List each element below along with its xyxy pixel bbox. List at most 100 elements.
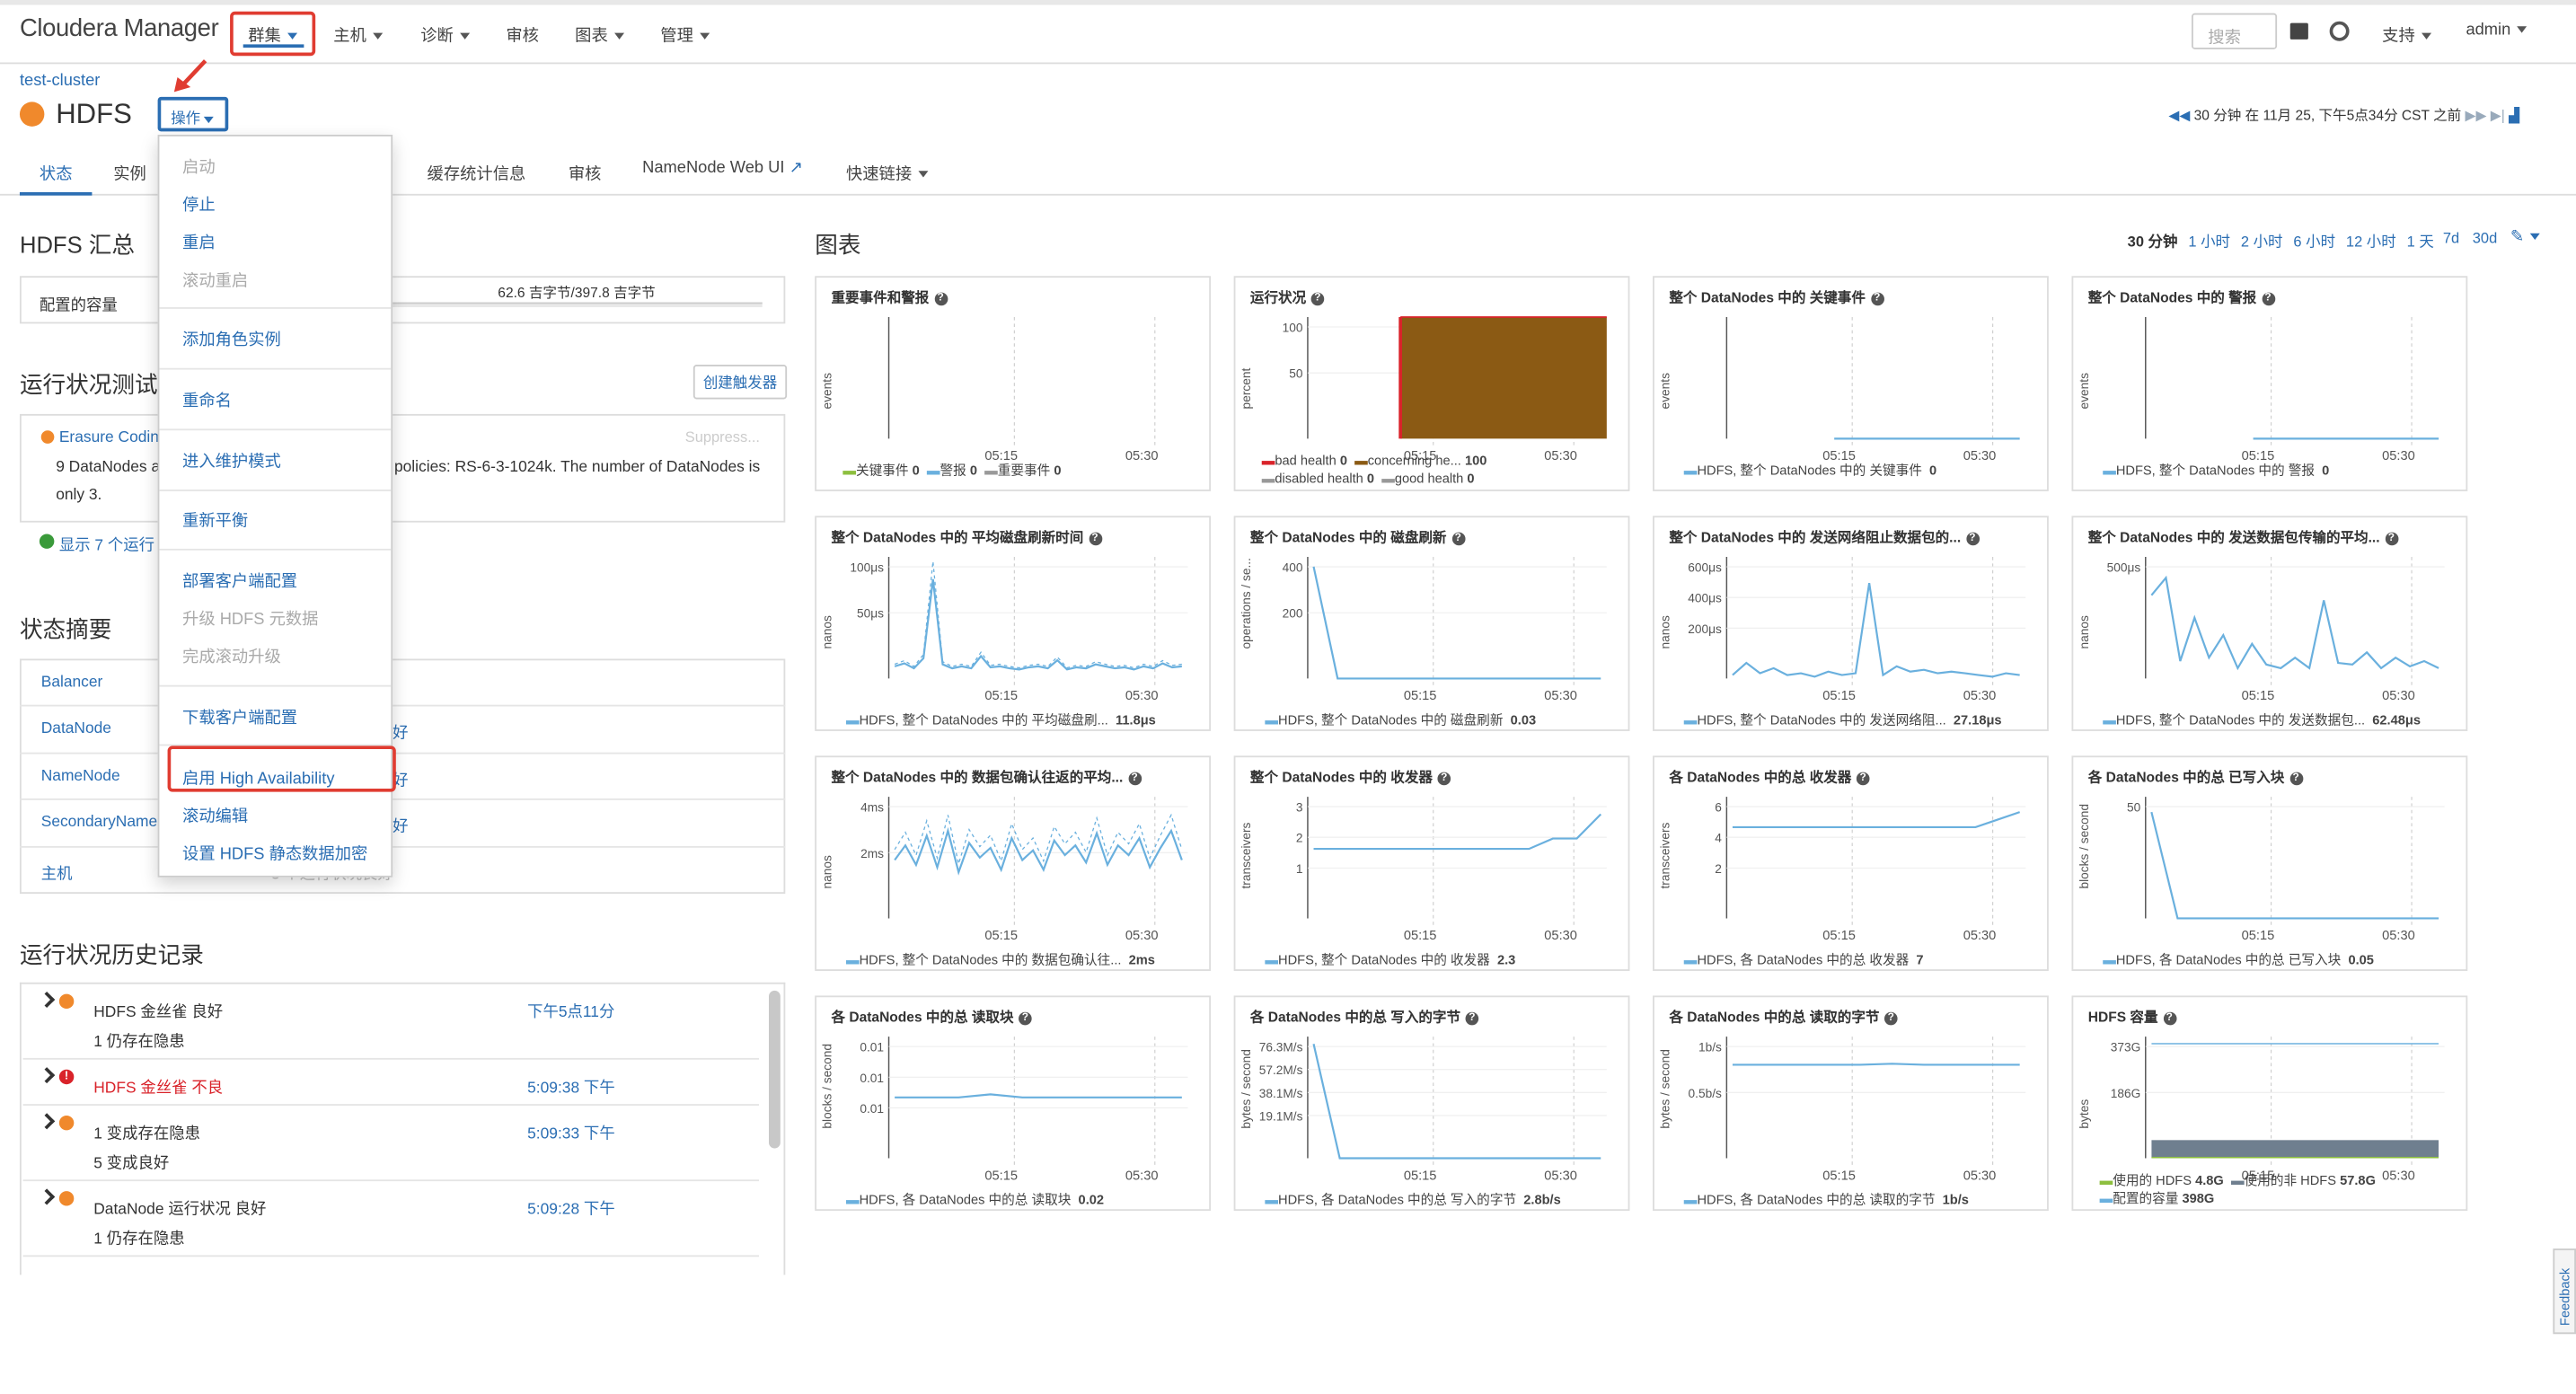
chart-panel[interactable]: 整个 DataNodes 中的 平均磁盘刷新时间? nanos 05:15 05:30… xyxy=(815,516,1212,731)
nav-diagnostics[interactable]: 诊断 xyxy=(420,22,471,46)
chart-y-tick: 0.5b/s xyxy=(1689,1087,1722,1100)
status-row-hosts[interactable]: 主机 xyxy=(41,860,73,884)
chart-x-tick: 05:30 xyxy=(2382,929,2415,943)
menu-item-rolling-edit[interactable]: 滚动编辑 xyxy=(182,802,248,826)
chevron-right-icon[interactable] xyxy=(39,991,56,1009)
history-row[interactable]: 1 变成存在隐患 5 变成良好 5:09:33 下午 xyxy=(22,1106,760,1182)
tab-quick-links[interactable]: 快速链接 xyxy=(846,159,929,184)
chart-legend: ▬bad health 0 ▬concerning he... 100 ▬disa… xyxy=(1261,453,1487,487)
secondarynamenode-status-value[interactable]: 好 xyxy=(393,813,408,836)
tab-instances[interactable]: 实例 xyxy=(113,159,146,184)
row-divider xyxy=(19,845,786,848)
menu-item-finalize-rolling-upgrade: 完成滚动升级 xyxy=(182,648,281,667)
history-row-time[interactable]: 下午5点11分 xyxy=(527,999,614,1022)
chart-area-hdfs xyxy=(2151,1156,2439,1159)
chevron-right-icon[interactable] xyxy=(39,1067,56,1084)
menu-item-enter-maintenance[interactable]: 进入维护模式 xyxy=(182,447,281,472)
charts-title: 图表 xyxy=(815,231,861,259)
brand-logo[interactable]: Cloudera Manager xyxy=(20,14,219,42)
nav-hosts[interactable]: 主机 xyxy=(333,22,384,46)
search-input[interactable]: 搜索 xyxy=(2191,13,2278,49)
chart-panel[interactable]: 运行状况? percent 05:15 05:30 100 50 ▬bad health 0… xyxy=(1233,276,1630,491)
suppress-link[interactable]: Suppress... xyxy=(685,428,760,445)
chart-panel[interactable]: 各 DataNodes 中的总 写入的字节? bytes / second 05:1… xyxy=(1233,995,1630,1212)
range-30min[interactable]: 30 分钟 xyxy=(2128,230,2178,251)
nav-support[interactable]: 支持 xyxy=(2382,22,2432,46)
external-link-icon: ↗ xyxy=(789,159,803,178)
edit-pencil-icon[interactable]: ✎ xyxy=(2510,228,2541,246)
menu-item-deploy-client-config[interactable]: 部署客户端配置 xyxy=(182,567,297,591)
status-row-namenode[interactable]: NameNode xyxy=(41,767,120,785)
menu-item-rebalance[interactable]: 重新平衡 xyxy=(182,506,248,531)
nav-cluster[interactable]: 群集 xyxy=(248,22,298,46)
time-range-info[interactable]: ◀◀ 30 分钟 在 11月 25, 下午5点34分 CST 之前 ▶▶ ▶| … xyxy=(2168,105,2519,125)
history-row-time[interactable]: 5:09:33 下午 xyxy=(527,1120,615,1143)
breadcrumb-cluster[interactable]: test-cluster xyxy=(20,72,100,90)
chart-panel[interactable]: 整个 DataNodes 中的 磁盘刷新? operations / se... 0… xyxy=(1233,516,1630,731)
legend-series-name: 重要事件 xyxy=(997,463,1051,479)
feedback-tab[interactable]: Feedback xyxy=(2553,1248,2576,1335)
range-1h[interactable]: 1 小时 xyxy=(2188,230,2230,251)
chart-panel[interactable]: 各 DataNodes 中的总 收发器? transceivers 05:15 05:… xyxy=(1653,755,2049,971)
actions-button[interactable]: 操作 xyxy=(157,96,229,132)
range-6h[interactable]: 6 小时 xyxy=(2293,230,2335,251)
history-row-time[interactable]: 5:09:28 下午 xyxy=(527,1196,615,1219)
menu-item-setup-hdfs-encryption[interactable]: 设置 HDFS 静态数据加密 xyxy=(182,840,367,864)
chart-panel[interactable]: 整个 DataNodes 中的 警报? events 05:15 05:30 ▬HDFS… xyxy=(2071,276,2468,491)
chart-panel[interactable]: 各 DataNodes 中的总 读取块? blocks / second 05:15… xyxy=(815,995,1212,1212)
status-row-balancer[interactable]: Balancer xyxy=(41,674,103,692)
create-trigger-button[interactable]: 创建触发器 xyxy=(693,365,788,400)
tab-audit[interactable]: 审核 xyxy=(569,159,602,184)
menu-item-download-client-config[interactable]: 下载客户端配置 xyxy=(182,703,297,728)
menu-item-stop[interactable]: 停止 xyxy=(182,190,216,215)
history-row[interactable]: HDFS 金丝雀 良好 1 仍存在隐患 下午5点11分 xyxy=(22,984,760,1060)
datanode-status-value[interactable]: 好 xyxy=(393,719,408,743)
chart-y-tick: 3 xyxy=(1296,801,1303,815)
chart-x-tick: 05:15 xyxy=(1404,689,1437,703)
nav-admin[interactable]: 管理 xyxy=(660,22,710,46)
chart-panel[interactable]: 整个 DataNodes 中的 发送数据包传输的平均...? nanos 05:15… xyxy=(2071,516,2468,731)
tab-namenode-web-ui[interactable]: NameNode Web UI ↗ xyxy=(642,159,803,177)
chart-panel[interactable]: HDFS 容量? bytes 05:15 05:30 373G 186G ▬使用的 HDFS… xyxy=(2071,995,2468,1212)
chart-panel[interactable]: 整个 DataNodes 中的 发送网络阻止数据包的...? nanos 05:15… xyxy=(1653,516,2049,731)
range-12h[interactable]: 12 小时 xyxy=(2346,230,2396,251)
activity-icon[interactable] xyxy=(2329,21,2350,41)
chart-x-tick: 05:30 xyxy=(2382,689,2415,703)
history-scrollbar[interactable] xyxy=(769,990,781,1149)
nav-audit[interactable]: 审核 xyxy=(506,22,539,46)
chart-panel[interactable]: 重要事件和警报? events 05:15 05:30 ▬关键事件 0 ▬警报 0 ▬重… xyxy=(815,276,1212,491)
chevron-right-icon[interactable] xyxy=(39,1188,56,1205)
chart-x-tick: 05:15 xyxy=(1822,1169,1856,1183)
menu-item-rename[interactable]: 重命名 xyxy=(182,386,232,410)
range-1d[interactable]: 1 天 xyxy=(2407,230,2434,251)
chart-panel[interactable]: 整个 DataNodes 中的 关键事件? events 05:15 05:30 ▬HD… xyxy=(1653,276,2049,491)
history-row[interactable]: ! HDFS 金丝雀 不良 5:09:38 下午 xyxy=(22,1060,760,1106)
chart-x-tick: 05:15 xyxy=(2242,929,2275,943)
erasure-coding-link[interactable]: Erasure Coding xyxy=(59,428,168,446)
chart-y-tick: 50 xyxy=(2127,801,2141,815)
range-2h[interactable]: 2 小时 xyxy=(2241,230,2283,251)
nav-charts[interactable]: 图表 xyxy=(575,22,625,46)
chart-panel[interactable]: 整个 DataNodes 中的 收发器? transceivers 05:15 05:… xyxy=(1233,755,1630,971)
chevron-right-icon[interactable] xyxy=(39,1113,56,1130)
tab-cache-stats[interactable]: 缓存统计信息 xyxy=(428,159,526,184)
menu-item-add-role-instances[interactable]: 添加角色实例 xyxy=(182,325,281,349)
history-row[interactable]: DataNode 运行状况 良好 1 仍存在隐患 5:09:28 下午 xyxy=(22,1181,760,1257)
legend-series-name: 使用的非 HDFS xyxy=(2244,1172,2337,1188)
status-row-datanode[interactable]: DataNode xyxy=(41,719,111,737)
briefcase-icon[interactable] xyxy=(2289,22,2308,40)
legend-series-value: 100 xyxy=(1464,453,1487,469)
chart-panel[interactable]: 各 DataNodes 中的总 已写入块? blocks / second 05:1… xyxy=(2071,755,2468,971)
tab-status[interactable]: 状态 xyxy=(40,159,73,184)
show-more-tests-link[interactable]: 显示 7 个运行 xyxy=(59,533,154,555)
range-30d[interactable]: 30d xyxy=(2473,230,2497,246)
menu-item-restart[interactable]: 重启 xyxy=(182,228,216,253)
chart-svg: 05:15 05:30 0.01 0.01 0.01 xyxy=(860,1037,1188,1183)
range-7d[interactable]: 7d xyxy=(2443,230,2459,246)
chart-panel[interactable]: 整个 DataNodes 中的 数据包确认往返的平均...? nanos 05:15… xyxy=(815,755,1212,971)
history-row-time[interactable]: 5:09:38 下午 xyxy=(527,1074,615,1098)
nav-user[interactable]: admin xyxy=(2466,22,2527,40)
history-row-sub: 1 仍存在隐患 xyxy=(93,1230,185,1249)
actions-dropdown-menu: 启动 停止 重启 滚动重启 添加角色实例 重命名 进入维护模式 重新平衡 部署客户端配置 升级 H… xyxy=(157,134,396,878)
chart-panel[interactable]: 各 DataNodes 中的总 读取的字节? bytes / second 05:1… xyxy=(1653,995,2049,1212)
